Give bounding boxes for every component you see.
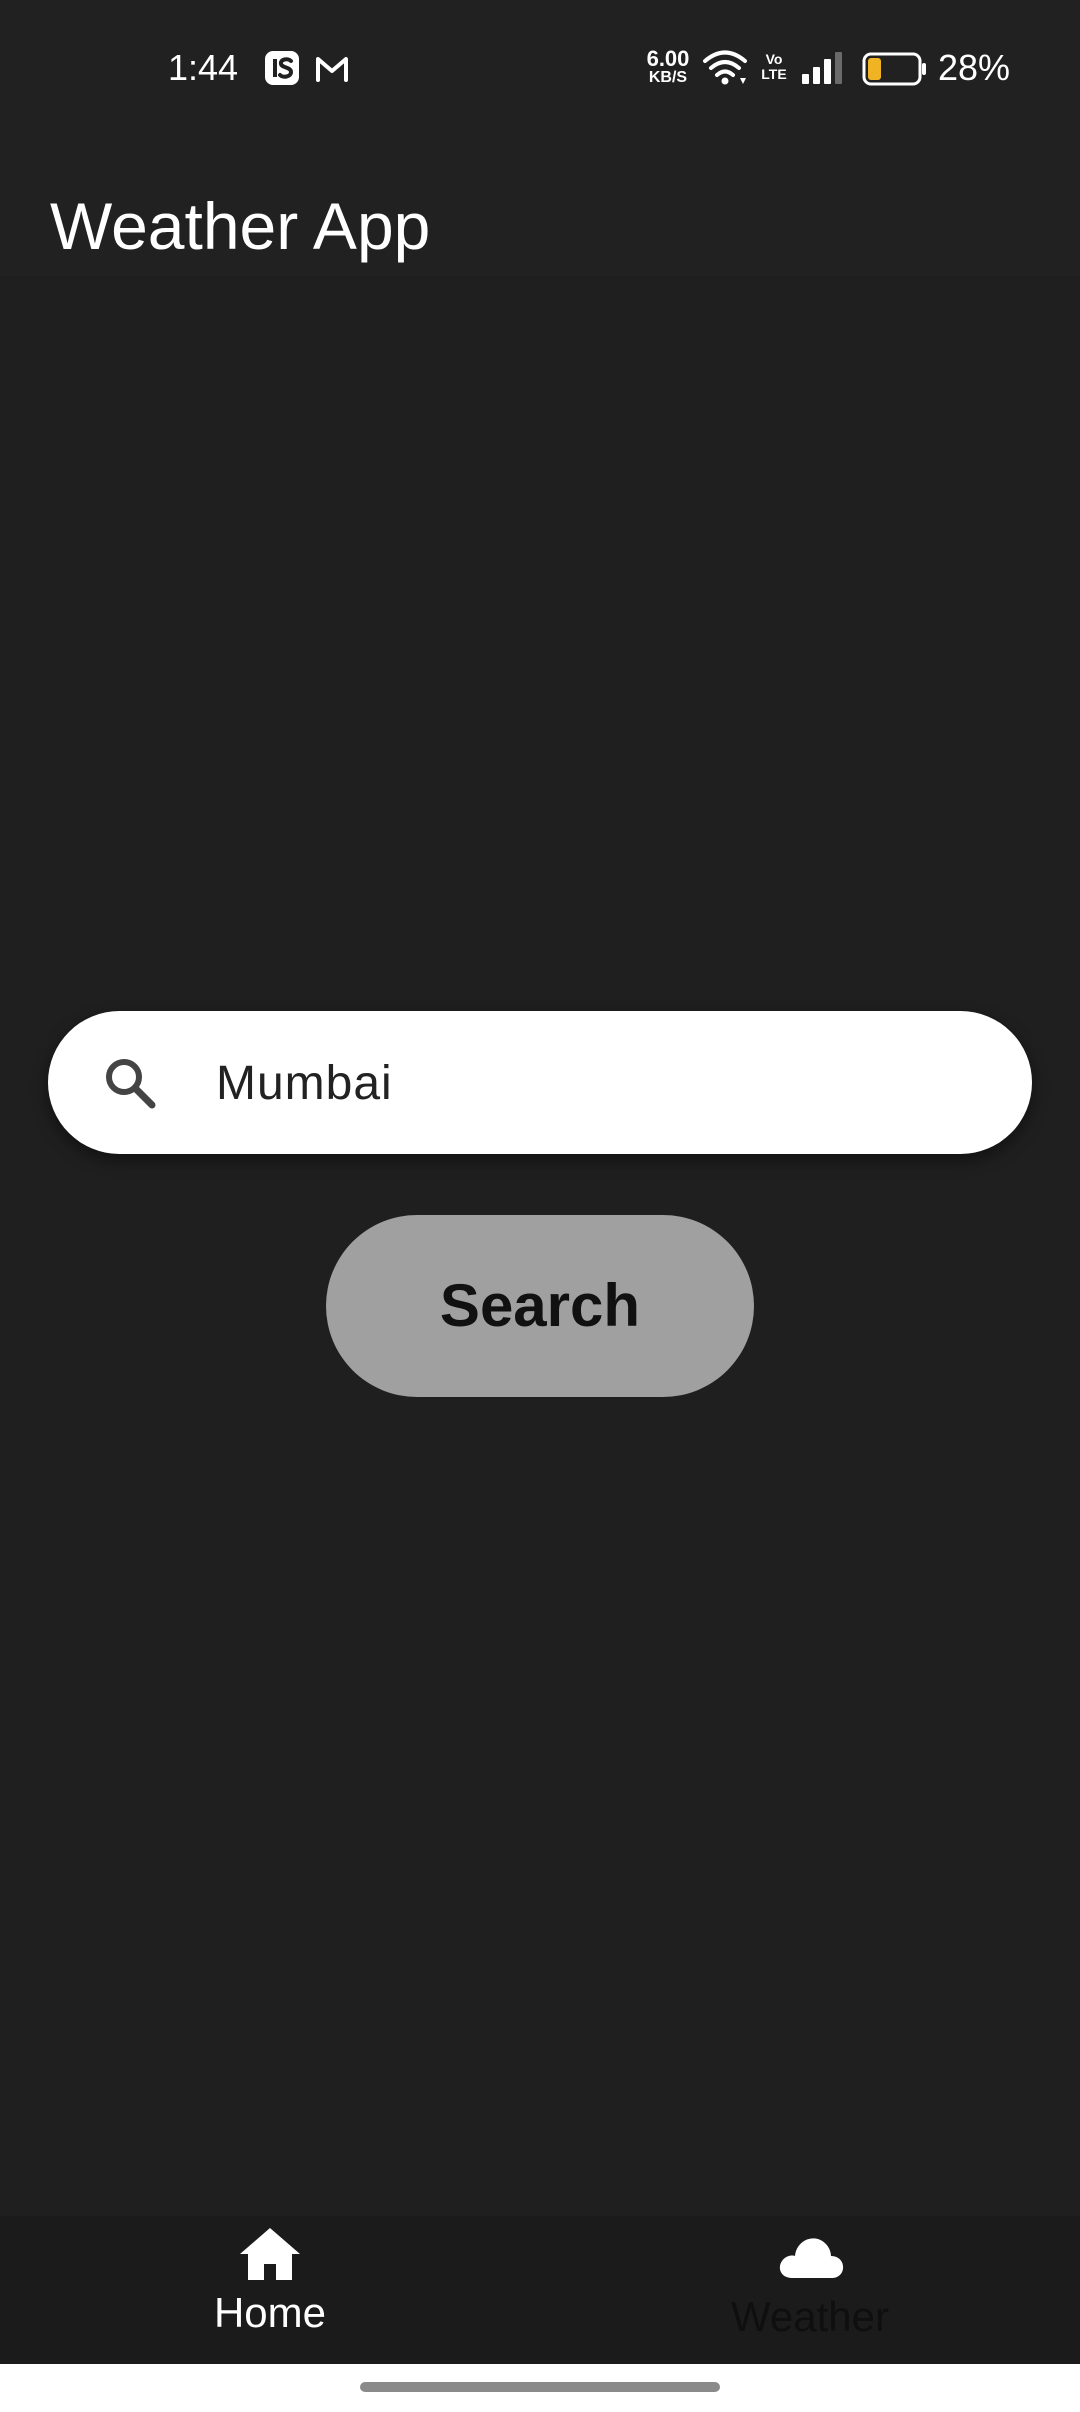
nav-item-weather[interactable]: Weather [540,2216,1080,2364]
wifi-icon [703,50,747,85]
volte-top: Vo [765,51,783,67]
signal-icon [802,52,842,84]
network-speed-unit: KB/S [648,69,688,86]
network-speed: 6.00 KB/S [640,48,696,86]
cloud-icon [779,2238,844,2278]
home-icon [240,2228,300,2280]
nav-label-home: Home [213,2289,327,2336]
battery-percent: 28% [938,47,1011,88]
gesture-handle[interactable] [360,2382,720,2392]
search-input[interactable] [216,1047,976,1119]
search-icon [106,1059,156,1109]
search-button[interactable]: Search [326,1215,754,1397]
network-speed-value: 6.00 [646,46,690,71]
volte-bottom: LTE [761,66,787,82]
is-app-icon [265,51,299,85]
gesture-area [0,2364,1080,2412]
nav-item-home[interactable]: Home [0,2216,540,2364]
bottom-navigation: Home Weather [0,2216,1080,2364]
app-bar: Weather App [0,140,1080,276]
battery-level-fill [868,58,881,80]
gmail-icon [316,57,348,82]
nav-label-weather: Weather [731,2293,889,2340]
status-bar: 1:44 6.00 KB/S Vo LTE 28% [0,0,1080,140]
volte-indicator: Vo LTE [760,52,788,82]
status-time: 1:44 [168,47,239,88]
battery-icon [862,52,926,86]
page-title: Weather App [50,189,431,263]
search-field[interactable] [48,1011,1032,1154]
